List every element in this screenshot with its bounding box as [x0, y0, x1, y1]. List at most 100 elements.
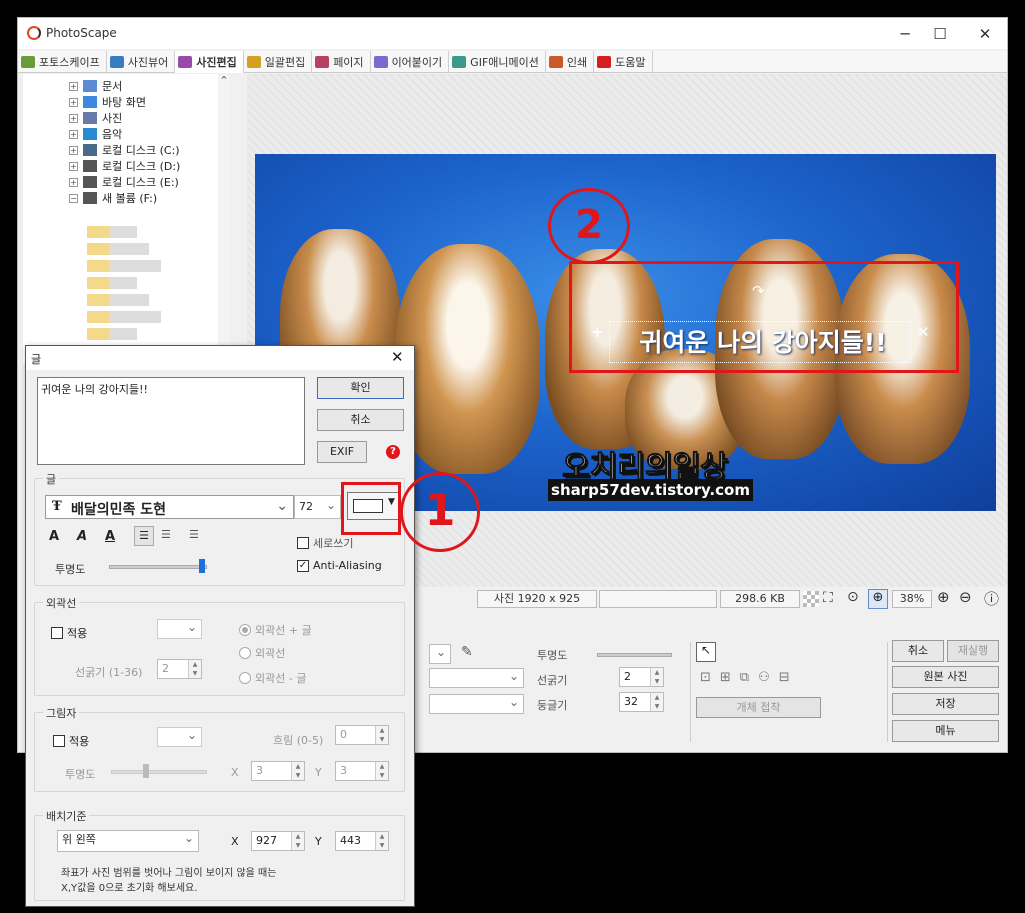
eyedropper-icon[interactable]: ✎ [461, 644, 473, 660]
tab-6[interactable]: GIF애니메이션 [449, 51, 546, 73]
tab-1[interactable]: 사진뷰어 [107, 51, 176, 73]
tree-scrollbar[interactable]: ⌃ [218, 74, 230, 364]
tree-subitem[interactable] [87, 294, 149, 306]
dialog-close-button[interactable]: ✕ [391, 348, 404, 366]
color-combo[interactable] [429, 643, 451, 664]
info-icon[interactable]: ⓘ [984, 588, 999, 609]
tree-item[interactable]: + 로컬 디스크 (C:) [69, 142, 180, 158]
text-input[interactable]: 귀여운 나의 강아지들!! [37, 377, 305, 465]
original-photo-button[interactable]: 원본 사진 [892, 666, 999, 688]
roundness-spinner[interactable]: 32 [619, 692, 664, 712]
tree-item[interactable]: + 문서 [69, 78, 122, 94]
tab-4[interactable]: 페이지 [312, 51, 371, 73]
tab-5[interactable]: 이어붙이기 [371, 51, 450, 73]
align-right-icon[interactable]: ☰ [189, 528, 199, 541]
outline-minus-text-radio[interactable]: 외곽선 - 글 [239, 670, 306, 686]
vertical-checkbox-box[interactable] [297, 537, 309, 549]
tree-subitem[interactable] [87, 226, 137, 238]
opacity-slider[interactable] [109, 565, 207, 569]
tab-8[interactable]: 도움말 [594, 51, 653, 73]
tree-subitem[interactable] [87, 277, 137, 289]
font-combo[interactable]: Ŧ 배달의민족 도현 ⌄ [45, 495, 294, 519]
zoom-actual-icon[interactable]: ⊙ [847, 589, 859, 605]
attach-object-button[interactable]: 개체 접착 [696, 697, 821, 718]
zoom-out-icon[interactable]: ⊖ [959, 588, 972, 606]
opacity-slider[interactable] [597, 653, 672, 657]
help-icon[interactable]: ? [386, 445, 400, 459]
underline-style-button[interactable]: A [105, 529, 115, 544]
tree-subitem[interactable] [87, 243, 149, 255]
shadow-opacity-thumb[interactable] [142, 764, 149, 778]
save-button[interactable]: 저장 [892, 693, 999, 715]
vertical-text-checkbox[interactable]: 세로쓰기 [297, 535, 353, 551]
expand-icon[interactable]: + [69, 177, 78, 187]
redo-button[interactable]: 재실행 [947, 640, 999, 662]
expand-icon[interactable]: + [69, 97, 78, 107]
tab-2[interactable]: 사진편집 [175, 51, 244, 73]
tree-item[interactable]: + 사진 [69, 110, 122, 126]
expand-icon[interactable]: + [69, 129, 78, 139]
minimize-button[interactable]: ─ [888, 22, 922, 46]
expand-icon[interactable]: + [69, 81, 78, 91]
tab-3[interactable]: 일괄편집 [244, 51, 313, 73]
shadow-color-combo[interactable] [157, 726, 202, 747]
expand-icon[interactable]: + [69, 113, 78, 123]
outline-plus-text-radio[interactable]: 외곽선 + 글 [239, 622, 312, 638]
align-left-icon[interactable]: ☰ [134, 526, 154, 546]
expand-icon[interactable]: + [69, 161, 78, 171]
tree-item[interactable]: + 바탕 화면 [69, 94, 146, 110]
shadow-x-spinner[interactable]: 3 [251, 761, 305, 781]
tree-subitem[interactable] [87, 328, 137, 340]
position-y-spinner[interactable]: 443 [335, 831, 389, 851]
zoom-fit-icon[interactable]: ⊕ [868, 589, 888, 609]
italic-style-button[interactable]: A [77, 529, 87, 544]
tree-subitem[interactable] [87, 260, 161, 272]
object-tools-icons[interactable]: ⊡⊞⧉⚇⊟ [700, 670, 799, 685]
shadow-y-spinner[interactable]: 3 [335, 761, 389, 781]
fit-screen-icon[interactable]: ⛶ [823, 590, 833, 606]
outline-minus-text-radio-dot[interactable] [239, 672, 251, 684]
outline-plus-text-radio-dot[interactable] [239, 624, 251, 636]
exif-button[interactable]: EXIF [317, 441, 367, 463]
ok-button[interactable]: 확인 [317, 377, 404, 399]
font-size-combo[interactable]: 72 [294, 494, 341, 519]
outline-width-spinner[interactable]: 2 [157, 659, 202, 679]
align-center-icon[interactable]: ☰ [161, 528, 171, 541]
shadow-blur-spinner[interactable]: 0 [335, 725, 389, 745]
anchor-combo[interactable]: 위 왼쪽 [57, 829, 199, 852]
select-tool-icon[interactable]: ↖ [696, 642, 716, 662]
expand-icon[interactable]: − [69, 193, 78, 203]
close-button[interactable]: ✕ [968, 22, 1002, 46]
tab-7[interactable]: 인쇄 [546, 51, 595, 73]
antialias-checkbox-box[interactable]: ✓ [297, 559, 309, 572]
opacity-slider-thumb[interactable] [199, 559, 206, 573]
tab-0[interactable]: 포토스케이프 [18, 51, 107, 73]
style-combo-1[interactable] [429, 667, 524, 688]
tree-item[interactable]: − 새 볼륨 (F:) [69, 190, 157, 206]
scroll-up-icon[interactable]: ⌃ [218, 74, 230, 87]
expand-icon[interactable]: + [69, 145, 78, 155]
shadow-apply-checkbox[interactable]: 적용 [53, 733, 89, 749]
menu-button[interactable]: 메뉴 [892, 720, 999, 742]
folder-tree[interactable]: + 문서 + 바탕 화면 + 사진 + 음악 + 로컬 디스크 (C:) + 로컬 디스크 (D:) +… [23, 74, 230, 364]
outline-apply-box[interactable] [51, 627, 63, 639]
style-combo-2[interactable] [429, 693, 524, 714]
transparency-icon[interactable] [803, 591, 819, 607]
outline-only-radio-dot[interactable] [239, 647, 251, 659]
line-width-spinner[interactable]: 2 [619, 667, 664, 687]
outline-color-combo[interactable] [157, 618, 202, 639]
tree-subitem[interactable] [87, 311, 161, 323]
outline-only-radio[interactable]: 외곽선 [239, 645, 285, 661]
maximize-button[interactable]: ☐ [923, 22, 957, 46]
tree-item[interactable]: + 음악 [69, 126, 122, 142]
outline-apply-checkbox[interactable]: 적용 [51, 625, 87, 641]
tree-item[interactable]: + 로컬 디스크 (E:) [69, 174, 179, 190]
zoom-in-icon[interactable]: ⊕ [937, 588, 950, 606]
shadow-apply-box[interactable] [53, 735, 65, 747]
cancel-button[interactable]: 취소 [892, 640, 944, 662]
bold-style-button[interactable]: A [49, 529, 59, 544]
dialog-cancel-button[interactable]: 취소 [317, 409, 404, 431]
antialias-checkbox[interactable]: ✓ Anti-Aliasing [297, 559, 382, 572]
tree-item[interactable]: + 로컬 디스크 (D:) [69, 158, 180, 174]
position-x-spinner[interactable]: 927 [251, 831, 305, 851]
